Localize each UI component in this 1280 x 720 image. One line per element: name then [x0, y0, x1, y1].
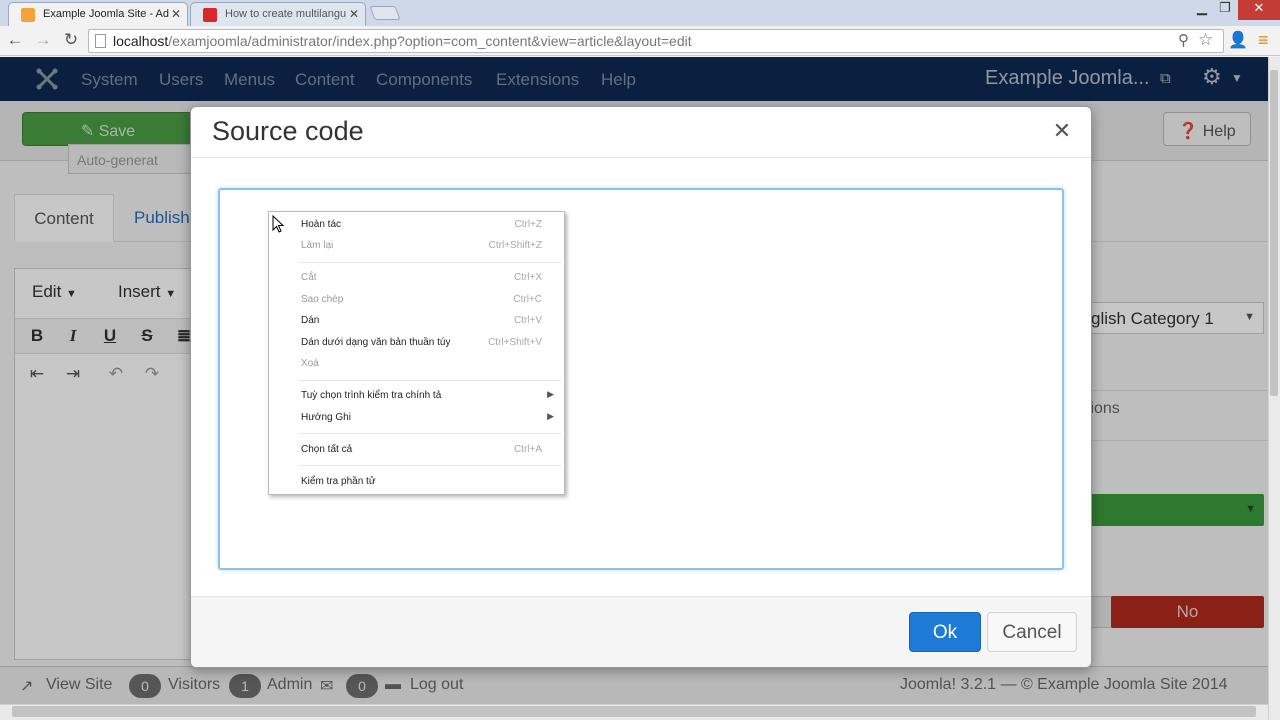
browser-tab-joomla[interactable]: Example Joomla Site - Ad ✕ [8, 2, 188, 26]
forward-arrow-icon[interactable]: → [32, 30, 54, 50]
ctx-shortcut: Ctrl+Z [514, 219, 543, 230]
ctx-undo[interactable]: Hoàn tác Ctrl+Z [269, 215, 564, 235]
browser-menu-icon[interactable]: ≡ [1258, 30, 1269, 51]
ctx-inspect-element[interactable]: Kiểm tra phần tử [269, 472, 564, 492]
ctx-shortcut: Ctrl+A [513, 444, 542, 455]
ctx-label: Cắt [301, 272, 317, 283]
back-arrow-icon[interactable]: ← [4, 30, 26, 50]
ctx-cut[interactable]: Cắt Ctrl+X [269, 268, 564, 288]
url-path: /examjoomla/administrator/index.php?opti… [168, 33, 692, 49]
ctx-label: Hoàn tác [301, 219, 342, 230]
ctx-copy[interactable]: Sao chép Ctrl+C [269, 290, 564, 310]
close-icon[interactable]: ✕ [1052, 118, 1072, 144]
ctx-separator [299, 433, 561, 434]
chevron-right-icon: ▶ [547, 411, 554, 421]
close-tab-icon[interactable]: ✕ [349, 7, 359, 21]
url-host: localhost [113, 33, 169, 49]
ctx-delete[interactable]: Xoá [269, 354, 564, 374]
ctx-label: Kiểm tra phần tử [301, 476, 376, 487]
vertical-scroll-thumb[interactable] [1270, 70, 1278, 396]
ctx-label: Làm lại [301, 240, 334, 251]
ctx-label: Dán [301, 315, 320, 326]
youtube-favicon-icon [203, 8, 217, 22]
bookmark-star-icon[interactable]: ☆ [1198, 30, 1213, 50]
ctx-shortcut: Ctrl+V [513, 315, 542, 326]
ctx-writing-direction[interactable]: Hướng Ghi ▶ [269, 408, 564, 428]
ctx-separator [299, 380, 561, 381]
chevron-right-icon: ▶ [547, 389, 554, 399]
mouse-pointer-icon [272, 215, 284, 233]
ctx-select-all[interactable]: Chọn tất cả Ctrl+A [269, 440, 564, 460]
ctx-shortcut: Ctrl+C [513, 294, 542, 305]
ctx-label: Dán dưới dạng văn bản thuần túy [301, 337, 451, 348]
ctx-spellcheck-options[interactable]: Tuỳ chọn trình kiểm tra chính tả ▶ [269, 386, 564, 406]
horizontal-scroll-thumb[interactable] [12, 706, 1256, 717]
ok-button[interactable]: Ok [909, 612, 981, 652]
ctx-shortcut: Ctrl+X [513, 272, 542, 283]
browser-tab-title: How to create multilangu [225, 8, 347, 20]
new-tab-button[interactable] [369, 6, 401, 20]
ctx-separator [299, 465, 561, 466]
dialog-header-divider [191, 157, 1091, 158]
ctx-separator [299, 262, 561, 263]
close-window-icon[interactable]: ✕ [1238, 0, 1280, 20]
ctx-label: Chọn tất cả [301, 444, 353, 455]
close-tab-icon[interactable]: ✕ [171, 7, 181, 21]
ctx-paste[interactable]: Dán Ctrl+V [269, 311, 564, 331]
ctx-redo[interactable]: Làm lại Ctrl+Shift+Z [269, 236, 564, 256]
ctx-shortcut: Ctrl+Shift+Z [488, 240, 542, 251]
address-bar[interactable]: localhost/examjoomla/administrator/index… [88, 29, 1224, 53]
dialog-title: Source code [212, 116, 364, 146]
reload-icon[interactable]: ↻ [60, 30, 82, 50]
zoom-icon[interactable]: ⚲ [1178, 31, 1189, 49]
ctx-label: Hướng Ghi [301, 412, 351, 423]
cancel-button[interactable]: Cancel [987, 612, 1077, 652]
restore-icon[interactable]: ❐ [1212, 0, 1238, 22]
context-menu: Hoàn tác Ctrl+Z Làm lại Ctrl+Shift+Z Cắt Ct… [268, 211, 565, 495]
ctx-shortcut: Ctrl+Shift+V [488, 337, 542, 348]
ctx-label: Xoá [301, 358, 319, 369]
ctx-label: Tuỳ chọn trình kiểm tra chính tả [301, 390, 442, 401]
ctx-paste-plain[interactable]: Dán dưới dạng văn bản thuần túy Ctrl+Shif… [269, 333, 564, 353]
joomla-favicon-icon [21, 8, 35, 22]
browser-tab-youtube[interactable]: How to create multilangu ✕ [190, 2, 366, 26]
page-icon [95, 34, 106, 48]
user-profile-icon[interactable]: 👤 [1228, 30, 1248, 50]
browser-tab-title: Example Joomla Site - Ad [43, 8, 169, 20]
ctx-label: Sao chép [301, 294, 344, 305]
